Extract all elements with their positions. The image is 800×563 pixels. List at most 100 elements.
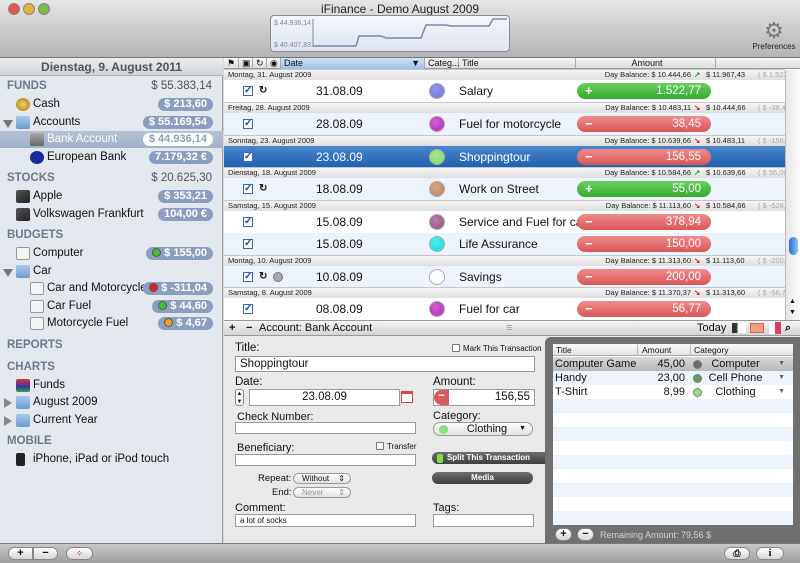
- sidebar-item-car-fuel[interactable]: Car Fuel $ 44,60: [0, 298, 223, 315]
- category-select[interactable]: Clothing ▼: [433, 422, 533, 436]
- category-color-dot: [439, 425, 448, 434]
- sidebar-section-charts: CHARTS: [7, 360, 55, 373]
- amount-input[interactable]: − 156,55: [433, 389, 535, 406]
- calendar-icon[interactable]: [401, 391, 413, 403]
- preferences-button[interactable]: ⚙ Preferences: [748, 20, 800, 52]
- info-button[interactable]: i: [756, 547, 784, 560]
- table-row[interactable]: ✓ 28.08.09 Fuel for motorcycle − 38,45: [224, 112, 785, 135]
- table-row[interactable]: ✓ ↻ 31.08.09 Salary +1.522,77: [224, 80, 785, 102]
- split-row[interactable]: Computer Game 45,00 Computer ▼: [553, 357, 793, 371]
- sidebar-item-volkswagen-frankfurt[interactable]: Volkswagen Frankfurt 104,00 €: [0, 206, 223, 223]
- add-split-button[interactable]: +: [555, 528, 572, 541]
- table-row[interactable]: ✓ 15.08.09 Service and Fuel for car − 378,94: [224, 211, 785, 233]
- sidebar-item-funds[interactable]: Funds: [0, 377, 223, 394]
- sidebar-item-european-bank[interactable]: European Bank 7.179,32 €: [0, 149, 223, 166]
- resize-handle[interactable]: ≡: [506, 321, 512, 336]
- scrollbar[interactable]: ▲ ▼: [785, 70, 800, 320]
- checked-checkbox[interactable]: ✓: [243, 184, 253, 195]
- transfer-checkbox[interactable]: Transfer: [376, 442, 417, 451]
- print-button[interactable]: ⎙: [724, 547, 750, 560]
- table-row[interactable]: ✓ 23.08.09 Shoppingtour − 156,55: [224, 145, 785, 168]
- sidebar-item-car-and-motorcycle[interactable]: Car and Motorcycle $ -311,04: [0, 280, 223, 297]
- scroll-up-arrow[interactable]: ▲: [789, 298, 796, 305]
- remove-source-button[interactable]: −: [33, 547, 58, 560]
- table-row[interactable]: ✓ 08.08.09 Fuel for car − 56,77: [224, 298, 785, 320]
- col-amount[interactable]: Amount: [576, 58, 716, 69]
- disclosure-expanded-icon[interactable]: [3, 119, 13, 128]
- category-view-icon[interactable]: [769, 322, 781, 334]
- split-col-amount[interactable]: Amount: [637, 344, 671, 356]
- remove-split-button[interactable]: −: [577, 528, 594, 541]
- add-source-button[interactable]: +: [8, 547, 33, 560]
- disclosure-collapsed-icon[interactable]: [4, 415, 12, 426]
- title-input[interactable]: Shoppingtour: [235, 356, 535, 372]
- split-transaction-button[interactable]: Split This Transaction: [432, 452, 545, 464]
- split-col-title[interactable]: Title: [556, 344, 572, 356]
- beneficiary-input[interactable]: [235, 454, 416, 466]
- check-number-input[interactable]: [235, 422, 416, 434]
- split-col-category[interactable]: Category: [690, 344, 729, 356]
- checked-checkbox[interactable]: ✓: [243, 86, 253, 96]
- table-row[interactable]: ✓ ↻ 18.08.09 Work on Street +55,00: [224, 178, 785, 201]
- mark-transaction-checkbox[interactable]: Mark This Transaction: [452, 344, 542, 353]
- sidebar-item-bank-account[interactable]: Bank Account $ 44.936,14: [0, 131, 223, 148]
- col-transfer[interactable]: ◉: [267, 58, 281, 69]
- repeat-select[interactable]: Without ⇕: [293, 473, 351, 484]
- checked-checkbox[interactable]: ✓: [243, 271, 253, 282]
- comment-input[interactable]: a lot of socks: [235, 514, 416, 527]
- color-palette-button[interactable]: ⁘: [66, 547, 93, 560]
- end-select[interactable]: Never ⇕: [293, 487, 351, 498]
- sidebar-item-label: Volkswagen Frankfurt: [33, 207, 144, 220]
- sidebar-item-cash[interactable]: Cash $ 213,60: [0, 96, 223, 113]
- col-check[interactable]: ▣: [239, 58, 253, 69]
- sidebar-item-iphone-ipad-or-ipod-touch[interactable]: iPhone, iPad or iPod touch: [0, 451, 223, 468]
- chevron-down-icon[interactable]: ▼: [778, 357, 785, 371]
- sidebar-item-current-year[interactable]: Current Year: [0, 412, 223, 429]
- checked-checkbox[interactable]: ✓: [243, 151, 253, 162]
- checked-checkbox[interactable]: ✓: [243, 238, 253, 249]
- date-input[interactable]: 23.08.09: [249, 389, 400, 406]
- remove-transaction-button[interactable]: −: [246, 321, 252, 336]
- split-row[interactable]: T-Shirt 8,99 Clothing ▼: [553, 385, 793, 399]
- chevron-down-icon[interactable]: ▼: [778, 385, 785, 399]
- sidebar-item-motorcycle-fuel[interactable]: Motorcycle Fuel $ 4,67: [0, 315, 223, 332]
- repeat-label: Repeat:: [258, 473, 292, 484]
- split-row[interactable]: Handy 23,00 Cell Phone ▼: [553, 371, 793, 385]
- table-row[interactable]: ✓ ↻ 10.08.09 Savings − 200,00: [224, 265, 785, 288]
- disclosure-expanded-icon[interactable]: [3, 268, 13, 277]
- budget-status-icon: [164, 318, 174, 327]
- scroll-thumb[interactable]: [789, 237, 798, 255]
- media-button[interactable]: Media: [432, 472, 533, 484]
- date-stepper[interactable]: ▲ ▼: [235, 389, 244, 406]
- tags-input[interactable]: [433, 514, 534, 527]
- checked-checkbox[interactable]: ✓: [243, 217, 253, 227]
- sidebar-item-august-2009[interactable]: August 2009: [0, 394, 223, 411]
- add-transaction-button[interactable]: +: [229, 321, 235, 336]
- end-balance: $ 11.313,60: [706, 288, 746, 298]
- table-row[interactable]: ✓ 15.08.09 Life Assurance − 150,00: [224, 232, 785, 255]
- disclosure-collapsed-icon[interactable]: [4, 398, 12, 408]
- chevron-down-icon[interactable]: ▼: [778, 371, 785, 385]
- amount-value: 1.522,77: [656, 85, 701, 97]
- scroll-down-arrow[interactable]: ▼: [789, 309, 796, 316]
- col-title[interactable]: Title: [459, 58, 576, 69]
- col-flag[interactable]: ⚑: [224, 58, 239, 69]
- sidebar-item-apple[interactable]: Apple $ 353,21: [0, 188, 223, 205]
- checked-checkbox[interactable]: ✓: [243, 118, 253, 129]
- search-icon[interactable]: ⌕: [785, 321, 791, 336]
- col-repeat[interactable]: ↻: [253, 58, 267, 69]
- col-category[interactable]: Categ...: [425, 58, 460, 69]
- calendar-view-icon[interactable]: [750, 323, 764, 333]
- sidebar-item-accounts[interactable]: Accounts $ 55.169,54: [0, 114, 223, 131]
- badge-value: $ 213,60: [164, 98, 207, 110]
- budget-status-icon: [149, 283, 159, 292]
- today-button[interactable]: Today: [697, 321, 726, 336]
- sidebar-item-label: Motorcycle Fuel: [47, 317, 129, 329]
- balance-mini-chart[interactable]: $ 44.936,14 $ 40.407,83: [270, 15, 510, 52]
- checked-checkbox[interactable]: ✓: [243, 304, 253, 315]
- sidebar-item-computer[interactable]: Computer $ 155,00: [0, 245, 223, 262]
- sidebar-item-car[interactable]: Car: [0, 263, 223, 280]
- col-date[interactable]: Date ▼: [281, 58, 425, 69]
- expense-toggle[interactable]: −: [434, 390, 449, 405]
- view-toggle-icon[interactable]: [732, 323, 746, 333]
